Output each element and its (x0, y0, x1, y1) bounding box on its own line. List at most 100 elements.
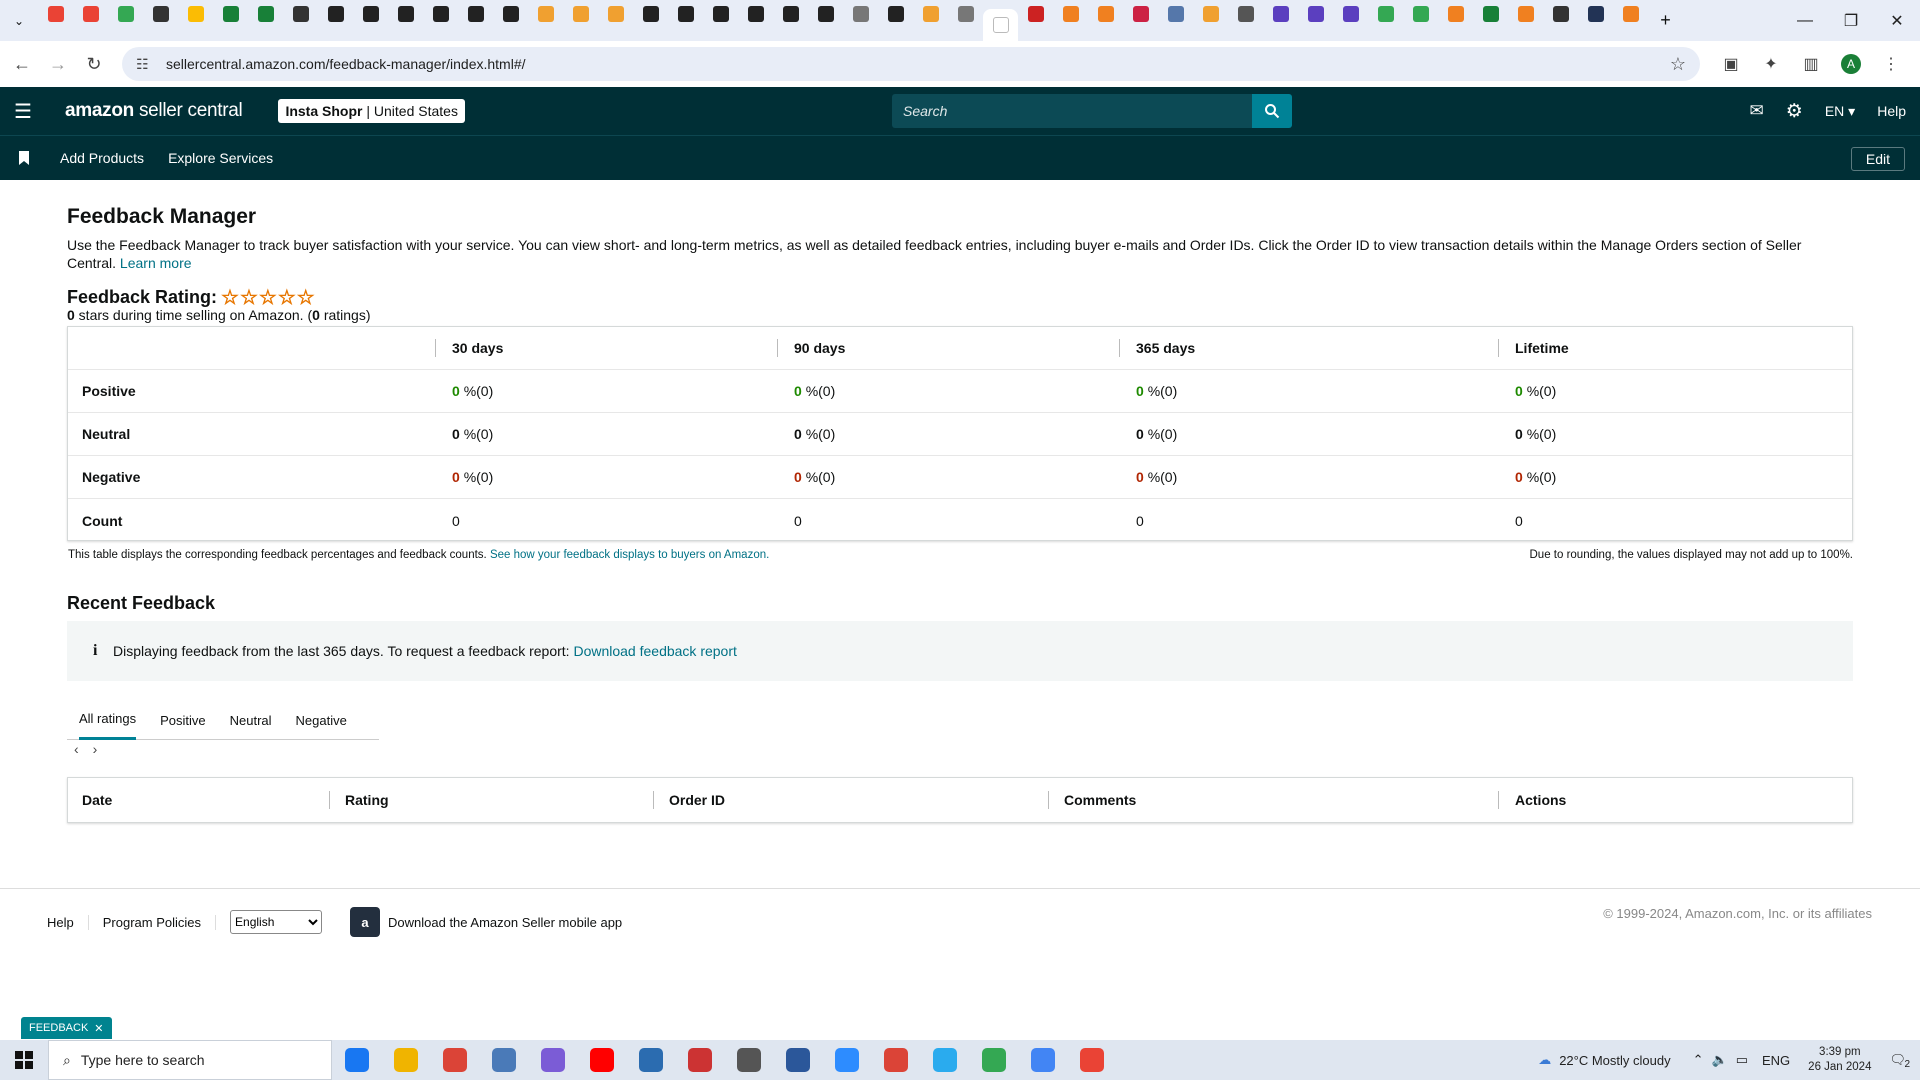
download-app-link[interactable]: a Download the Amazon Seller mobile app (350, 907, 622, 937)
input-language[interactable]: ENG (1762, 1053, 1790, 1068)
footer-help-link[interactable]: Help (47, 914, 89, 930)
browser-tab[interactable] (668, 0, 703, 28)
extension-off-icon[interactable]: ▣ (1714, 47, 1748, 81)
browser-tab[interactable] (843, 0, 878, 28)
browser-tab[interactable] (1578, 0, 1613, 28)
mail-icon[interactable]: ✉ (1750, 101, 1764, 121)
browser-tab[interactable] (598, 0, 633, 28)
clock[interactable]: 3:39 pm 26 Jan 2024 (1808, 1045, 1871, 1075)
browser-tab[interactable] (1018, 0, 1053, 28)
browser-tab[interactable] (983, 9, 1018, 41)
browser-tab[interactable] (1053, 0, 1088, 28)
browser-tab[interactable] (528, 0, 563, 28)
minimize-icon[interactable]: — (1782, 0, 1828, 41)
site-info-icon[interactable]: ☷ (136, 56, 156, 73)
browser-tab[interactable] (1263, 0, 1298, 28)
address-bar[interactable]: ☷ sellercentral.amazon.com/feedback-mana… (122, 47, 1700, 81)
browser-tab[interactable] (38, 0, 73, 28)
settings-gear-icon[interactable]: ⚙ (1786, 100, 1803, 123)
browser-tab[interactable] (703, 0, 738, 28)
chevron-right-icon[interactable]: › (93, 741, 98, 757)
browser-tab[interactable] (1088, 0, 1123, 28)
browser-tab[interactable] (458, 0, 493, 28)
tab-positive[interactable]: Positive (148, 700, 218, 740)
search-input[interactable] (892, 94, 1252, 128)
learn-more-link[interactable]: Learn more (120, 255, 192, 271)
reload-icon[interactable]: ↻ (80, 50, 108, 78)
browser-tab[interactable] (353, 0, 388, 28)
tab-search-menu[interactable]: ⌄ (0, 7, 38, 35)
browser-tab[interactable] (633, 0, 668, 28)
volume-icon[interactable]: 🔈 (1712, 1052, 1728, 1068)
tab-neutral[interactable]: Neutral (218, 700, 284, 740)
taskbar-app-icon[interactable] (773, 1040, 822, 1080)
browser-tab[interactable] (248, 0, 283, 28)
help-link[interactable]: Help (1877, 103, 1906, 119)
taskbar-app-icon[interactable] (528, 1040, 577, 1080)
browser-tab[interactable] (388, 0, 423, 28)
feedback-display-link[interactable]: See how your feedback displays to buyers… (490, 549, 769, 561)
browser-tab[interactable] (1158, 0, 1193, 28)
browser-tab[interactable] (1473, 0, 1508, 28)
browser-tab[interactable] (1368, 0, 1403, 28)
taskbar-app-icon[interactable] (626, 1040, 675, 1080)
edit-nav-button[interactable]: Edit (1850, 147, 1905, 171)
taskbar-app-icon[interactable] (1067, 1040, 1116, 1080)
taskbar-app-icon[interactable] (724, 1040, 773, 1080)
side-panel-icon[interactable]: ▥ (1794, 47, 1828, 81)
taskbar-app-icon[interactable] (479, 1040, 528, 1080)
search-button[interactable] (1252, 94, 1292, 128)
nav-add-products[interactable]: Add Products (60, 150, 144, 166)
weather-text[interactable]: 22°C Mostly cloudy (1559, 1053, 1670, 1068)
taskbar-app-icon[interactable] (332, 1040, 381, 1080)
store-selector[interactable]: Insta Shopr | United States (278, 99, 465, 123)
browser-tab[interactable] (283, 0, 318, 28)
browser-tab[interactable] (808, 0, 843, 28)
taskbar-search[interactable]: ⌕ Type here to search (48, 1040, 332, 1080)
close-window-icon[interactable]: ✕ (1874, 0, 1920, 41)
browser-tab[interactable] (1333, 0, 1368, 28)
forward-icon[interactable]: → (44, 50, 72, 78)
extensions-puzzle-icon[interactable]: ✦ (1754, 47, 1788, 81)
browser-tab[interactable] (1543, 0, 1578, 28)
browser-tab[interactable] (1403, 0, 1438, 28)
feedback-widget-tab[interactable]: FEEDBACK ✕ (21, 1017, 112, 1039)
browser-tab[interactable] (1438, 0, 1473, 28)
tab-negative[interactable]: Negative (284, 700, 359, 740)
browser-tab[interactable] (178, 0, 213, 28)
start-button[interactable] (0, 1040, 48, 1080)
browser-tab[interactable] (1193, 0, 1228, 28)
browser-tab[interactable] (948, 0, 983, 28)
hamburger-menu-icon[interactable]: ☰ (14, 99, 36, 124)
browser-tab[interactable] (143, 0, 178, 28)
tray-chevron-icon[interactable]: ⌃ (1693, 1052, 1704, 1068)
program-policies-link[interactable]: Program Policies (89, 914, 217, 930)
language-selector[interactable]: EN ▾ (1825, 103, 1855, 120)
browser-menu-icon[interactable]: ⋮ (1874, 47, 1908, 81)
browser-tab[interactable] (1123, 0, 1158, 28)
browser-tab[interactable] (108, 0, 143, 28)
taskbar-app-icon[interactable] (871, 1040, 920, 1080)
taskbar-app-icon[interactable] (822, 1040, 871, 1080)
taskbar-app-icon[interactable] (675, 1040, 724, 1080)
browser-tab[interactable] (73, 0, 108, 28)
browser-tab[interactable] (738, 0, 773, 28)
nav-explore-services[interactable]: Explore Services (168, 150, 273, 166)
taskbar-app-icon[interactable] (969, 1040, 1018, 1080)
seller-central-logo[interactable]: amazon seller central (65, 100, 243, 122)
tab-all-ratings[interactable]: All ratings (79, 700, 137, 740)
chevron-left-icon[interactable]: ‹ (74, 741, 79, 757)
download-report-link[interactable]: Download feedback report (573, 643, 736, 659)
new-tab-button[interactable]: + (1648, 7, 1683, 35)
browser-tab[interactable] (1613, 0, 1648, 28)
taskbar-app-icon[interactable] (430, 1040, 479, 1080)
close-icon[interactable]: ✕ (94, 1022, 103, 1035)
restore-icon[interactable]: ❐ (1828, 0, 1874, 41)
bookmark-star-icon[interactable]: ☆ (1670, 54, 1686, 75)
notifications-icon[interactable]: 🗨 2 (1889, 1052, 1910, 1070)
browser-tab[interactable] (773, 0, 808, 28)
taskbar-app-icon[interactable] (577, 1040, 626, 1080)
browser-tab[interactable] (1228, 0, 1263, 28)
network-icon[interactable]: ▭ (1736, 1052, 1748, 1068)
browser-tab[interactable] (318, 0, 353, 28)
